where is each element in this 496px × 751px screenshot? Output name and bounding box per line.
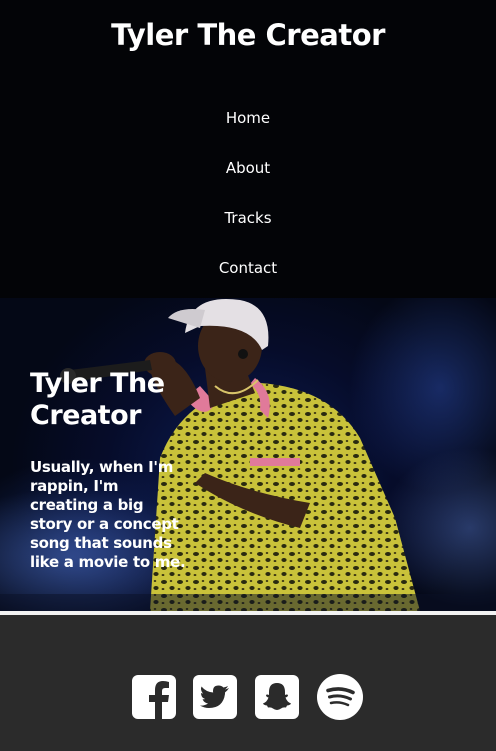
twitter-link[interactable] (192, 674, 238, 720)
facebook-link[interactable] (131, 674, 177, 720)
spotify-link[interactable] (317, 674, 363, 720)
site-header: Tyler The Creator Home About Tracks Cont… (0, 0, 496, 298)
snapchat-link[interactable] (254, 674, 300, 720)
facebook-icon (132, 675, 176, 719)
nav-link-tracks[interactable]: Tracks (0, 207, 496, 229)
hero-quote: Usually, when I'm rappin, I'm creating a… (30, 458, 186, 571)
hero-heading: Tyler The Creator (30, 368, 165, 431)
nav-link-contact[interactable]: Contact (0, 257, 496, 279)
site-title: Tyler The Creator (111, 18, 385, 52)
nav-link-home[interactable]: Home (0, 107, 496, 129)
site-footer (0, 615, 496, 751)
spotify-icon (317, 674, 363, 720)
nav-link-about[interactable]: About (0, 157, 496, 179)
hero-text: Tyler The Creator Usually, when I'm rapp… (30, 368, 190, 572)
hero-banner: Tyler The Creator Usually, when I'm rapp… (0, 298, 496, 611)
twitter-icon (193, 675, 237, 719)
snapchat-icon (255, 675, 299, 719)
